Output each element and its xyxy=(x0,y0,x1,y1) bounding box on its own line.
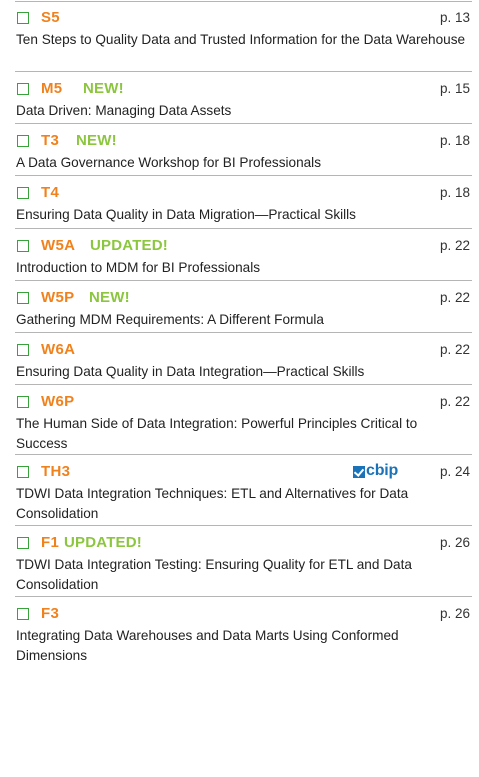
page-reference: p. 22 xyxy=(439,290,470,305)
course-code: S5 xyxy=(41,9,60,26)
course-list: S5 p. 13 Ten Steps to Quality Data and T… xyxy=(15,2,472,677)
cbip-check-icon xyxy=(353,466,365,478)
course-entry: S5 p. 13 Ten Steps to Quality Data and T… xyxy=(15,2,472,72)
course-code: TH3 xyxy=(41,463,71,480)
course-title: Ensuring Data Quality in Data Integratio… xyxy=(16,364,365,379)
course-entry: W6A p. 22 Ensuring Data Quality in Data … xyxy=(15,333,472,385)
course-checkbox[interactable] xyxy=(17,187,29,199)
course-entry: TH3 cbip p. 24 TDWI Data Integration Tec… xyxy=(15,455,472,526)
course-code: F3 xyxy=(41,605,60,622)
course-entry: M5 NEW! p. 15 Data Driven: Managing Data… xyxy=(15,72,472,124)
course-code: W5P xyxy=(41,289,75,306)
course-checkbox[interactable] xyxy=(17,608,29,620)
page-reference: p. 26 xyxy=(439,535,470,550)
page-reference: p. 22 xyxy=(439,342,470,357)
course-checkbox[interactable] xyxy=(17,466,29,478)
course-title: TDWI Data Integration Techniques: ETL an… xyxy=(16,486,409,521)
course-checkbox[interactable] xyxy=(17,83,29,95)
cbip-wordmark: cbip xyxy=(366,462,399,479)
course-title: Ten Steps to Quality Data and Trusted In… xyxy=(16,32,466,47)
course-title: Introduction to MDM for BI Professionals xyxy=(16,260,261,275)
page-reference: p. 26 xyxy=(439,606,470,621)
page-reference: p. 22 xyxy=(439,394,470,409)
course-code: T3 xyxy=(41,132,60,149)
course-entry: F1 UPDATED! p. 26 TDWI Data Integration … xyxy=(15,526,472,597)
new-tag: NEW! xyxy=(76,132,117,149)
course-checkbox[interactable] xyxy=(17,537,29,549)
course-checkbox[interactable] xyxy=(17,396,29,408)
course-code: W5A xyxy=(41,237,76,254)
course-code: F1 xyxy=(41,534,60,551)
new-tag: NEW! xyxy=(89,289,130,306)
course-code: W6P xyxy=(41,393,75,410)
course-title: A Data Governance Workshop for BI Profes… xyxy=(16,155,322,170)
course-entry: W5A UPDATED! p. 22 Introduction to MDM f… xyxy=(15,229,472,281)
course-title: TDWI Data Integration Testing: Ensuring … xyxy=(16,557,412,592)
course-code: W6A xyxy=(41,341,76,358)
page-reference: p. 18 xyxy=(439,185,470,200)
course-checkbox[interactable] xyxy=(17,292,29,304)
course-entry: F3 p. 26 Integrating Data Warehouses and… xyxy=(15,597,472,677)
course-checkbox[interactable] xyxy=(17,135,29,147)
new-tag: NEW! xyxy=(83,80,124,97)
course-title: Ensuring Data Quality in Data Migration—… xyxy=(16,207,356,222)
page-reference: p. 13 xyxy=(439,10,470,25)
course-entry: T3 NEW! p. 18 A Data Governance Workshop… xyxy=(15,124,472,176)
course-checkbox[interactable] xyxy=(17,344,29,356)
course-entry: T4 p. 18 Ensuring Data Quality in Data M… xyxy=(15,176,472,229)
course-title: The Human Side of Data Integration: Powe… xyxy=(16,416,418,451)
course-title: Integrating Data Warehouses and Data Mar… xyxy=(16,628,399,663)
page-reference: p. 24 xyxy=(439,464,470,479)
cbip-logo: cbip xyxy=(353,462,415,479)
course-code: M5 xyxy=(41,80,63,97)
course-checkbox[interactable] xyxy=(17,12,29,24)
course-title: Gathering MDM Requirements: A Different … xyxy=(16,312,324,327)
page-reference: p. 22 xyxy=(439,238,470,253)
course-code: T4 xyxy=(41,184,60,201)
course-entry: W6P p. 22 The Human Side of Data Integra… xyxy=(15,385,472,455)
updated-tag: UPDATED! xyxy=(90,237,168,254)
course-checkbox[interactable] xyxy=(17,240,29,252)
course-entry: W5P NEW! p. 22 Gathering MDM Requirement… xyxy=(15,281,472,333)
page-reference: p. 15 xyxy=(439,81,470,96)
page-reference: p. 18 xyxy=(439,133,470,148)
course-title: Data Driven: Managing Data Assets xyxy=(16,103,232,118)
updated-tag: UPDATED! xyxy=(64,534,142,551)
